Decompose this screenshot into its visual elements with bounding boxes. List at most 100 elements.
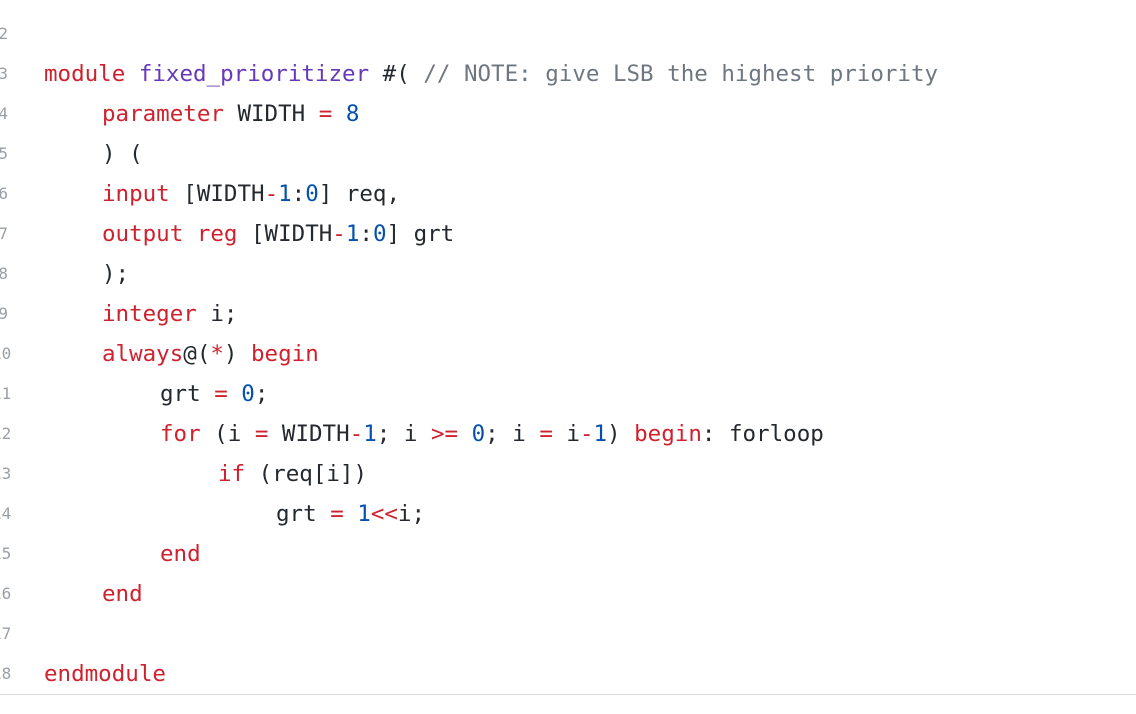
code-token: end — [160, 541, 201, 567]
code-line[interactable]: 7 output reg [WIDTH-1:0] grt — [0, 214, 1136, 254]
line-number: 10 — [0, 344, 12, 363]
code-token: - — [349, 421, 364, 447]
line-number: 4 — [0, 104, 8, 123]
code-token: ) — [607, 421, 635, 447]
line-number: 2 — [0, 24, 8, 43]
code-token: ; — [254, 381, 269, 407]
code-content: always@(*) begin — [102, 334, 319, 374]
code-line[interactable]: 8); — [0, 254, 1136, 294]
code-token: output — [102, 221, 184, 247]
code-token: = — [254, 421, 269, 447]
line-number: 6 — [0, 184, 8, 203]
code-line[interactable]: 15 end — [0, 534, 1136, 574]
code-token: 8 — [345, 101, 360, 127]
code-token: begin — [634, 421, 702, 447]
code-token: module — [44, 61, 126, 87]
code-content: for (i = WIDTH-1; i >= 0; i = i-1) begin… — [160, 414, 824, 454]
code-token: WIDTH — [223, 101, 319, 127]
code-line[interactable]: 10 always@(*) begin — [0, 334, 1136, 374]
code-token: endmodule — [44, 661, 166, 687]
code-token: << — [370, 501, 398, 527]
code-token: - — [579, 421, 594, 447]
code-token: if — [218, 461, 246, 487]
code-token: i; — [397, 501, 426, 527]
code-token: 1 — [357, 501, 371, 527]
code-content: ) ( — [102, 134, 143, 174]
code-content: end — [102, 574, 143, 614]
code-token: i; — [196, 301, 238, 327]
code-token: for — [160, 421, 201, 447]
code-token: i — [552, 421, 580, 447]
code-content: endmodule — [44, 654, 166, 694]
code-token: ] grt — [386, 221, 455, 247]
code-token: 0 — [305, 181, 319, 207]
code-token: ) ( — [102, 141, 143, 167]
code-token: @( — [183, 341, 211, 367]
code-token: ] req, — [318, 181, 401, 207]
code-token: end — [102, 581, 143, 607]
code-content: grt = 1<<i; — [276, 494, 425, 534]
code-token: ; i — [485, 421, 540, 447]
code-content: module fixed_prioritizer #( // NOTE: giv… — [44, 54, 938, 94]
line-number: 11 — [0, 384, 12, 403]
code-token: 0 — [471, 421, 486, 447]
code-token: #( — [369, 61, 424, 87]
code-token: 1 — [345, 221, 360, 247]
code-content: if (req[i]) — [218, 454, 367, 494]
code-token: integer — [102, 301, 197, 327]
code-token: grt — [276, 501, 331, 527]
code-token: * — [210, 341, 224, 367]
code-content: output reg [WIDTH-1:0] grt — [102, 214, 454, 254]
code-line[interactable]: 2 — [0, 14, 1136, 54]
line-number: 14 — [0, 504, 12, 523]
code-token: = — [539, 421, 553, 447]
code-line[interactable]: 4 parameter WIDTH = 8 — [0, 94, 1136, 134]
bottom-divider — [0, 694, 1136, 695]
code-token: - — [264, 181, 279, 207]
code-token: [WIDTH — [237, 221, 333, 247]
code-token: fixed_prioritizer — [138, 61, 370, 87]
line-number: 18 — [0, 664, 12, 683]
code-line[interactable]: 17 — [0, 614, 1136, 654]
line-number: 12 — [0, 424, 12, 443]
code-token: [WIDTH — [169, 181, 265, 207]
code-token: WIDTH — [268, 421, 350, 447]
code-token: 1 — [278, 181, 292, 207]
code-content: grt = 0; — [160, 374, 268, 414]
code-token: - — [332, 221, 346, 247]
code-token: parameter — [102, 101, 224, 127]
code-line[interactable]: 11 grt = 0; — [0, 374, 1136, 414]
line-number: 17 — [0, 624, 12, 643]
code-line[interactable]: 16 end — [0, 574, 1136, 614]
code-line[interactable]: 3 module fixed_prioritizer #( // NOTE: gi… — [0, 54, 1136, 94]
code-line[interactable]: 13 if (req[i]) — [0, 454, 1136, 494]
code-token: 0 — [241, 381, 255, 407]
code-token: = — [214, 381, 228, 407]
code-token: 0 — [372, 221, 387, 247]
code-line[interactable]: 9 integer i; — [0, 294, 1136, 334]
code-token: >= — [430, 421, 459, 447]
code-token: : forloop — [701, 421, 824, 447]
code-token: input — [102, 181, 170, 207]
code-token: ); — [102, 261, 130, 287]
code-line[interactable]: 14 grt = 1<<i; — [0, 494, 1136, 534]
code-line[interactable]: 18 endmodule — [0, 654, 1136, 694]
code-line[interactable]: 12 for (i = WIDTH-1; i >= 0; i = i-1) beg… — [0, 414, 1136, 454]
code-line[interactable]: 5 ) ( — [0, 134, 1136, 174]
line-number: 13 — [0, 464, 12, 483]
code-content: ); — [102, 254, 129, 294]
code-content: integer i; — [102, 294, 237, 334]
code-line[interactable]: 6 input [WIDTH-1:0] req, — [0, 174, 1136, 214]
line-number: 3 — [0, 64, 8, 83]
line-number: 5 — [0, 144, 8, 163]
code-token: ) — [223, 341, 252, 367]
code-content: end — [160, 534, 201, 574]
code-token: reg — [196, 221, 238, 247]
code-editor[interactable]: 2 3 module fixed_prioritizer #( // NOTE: g… — [0, 0, 1136, 694]
